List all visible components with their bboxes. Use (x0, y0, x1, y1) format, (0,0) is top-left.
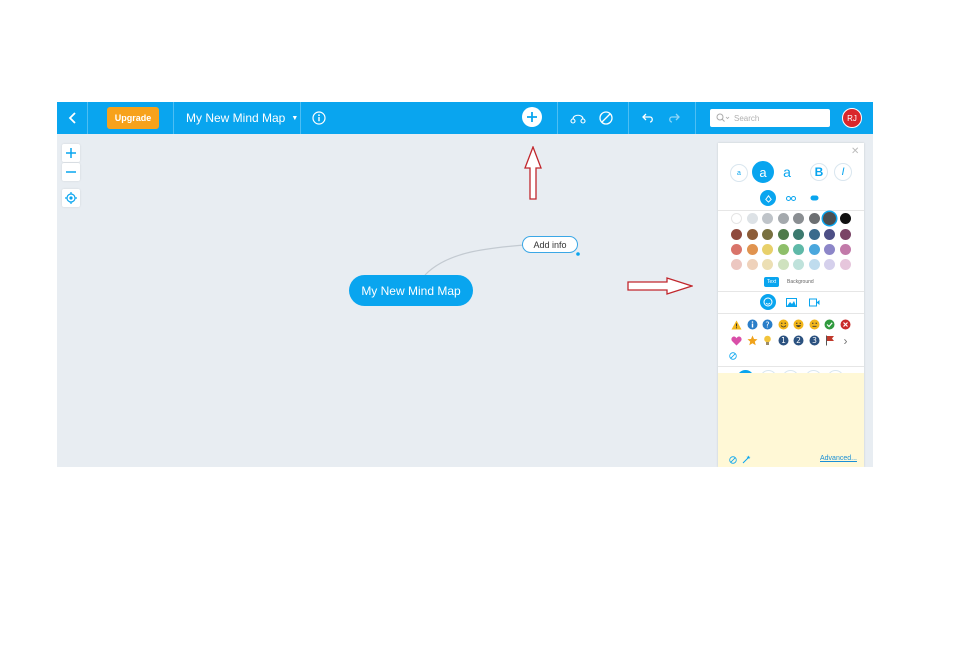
bold-button[interactable]: B (810, 163, 828, 181)
color-swatch[interactable] (778, 259, 789, 270)
color-swatch[interactable] (824, 259, 835, 270)
color-swatch[interactable] (793, 229, 804, 240)
clear-notes-button[interactable] (727, 454, 738, 465)
color-swatch[interactable] (762, 259, 773, 270)
color-swatch[interactable] (809, 244, 820, 255)
heart-icon[interactable] (731, 335, 742, 346)
magic-wand-icon[interactable] (741, 454, 752, 465)
shape-style-tab[interactable] (806, 190, 822, 206)
color-swatch[interactable] (731, 259, 742, 270)
color-swatch[interactable] (778, 213, 789, 224)
smiley-icon (763, 297, 773, 307)
divider (718, 291, 864, 292)
color-swatch[interactable] (793, 213, 804, 224)
color-swatch[interactable] (762, 244, 773, 255)
divider (718, 313, 864, 314)
pill-shape-icon (810, 195, 818, 201)
color-swatch[interactable] (809, 213, 820, 224)
lightbulb-icon[interactable] (762, 335, 773, 346)
font-size-medium-button[interactable]: a (752, 161, 774, 183)
color-swatch[interactable] (840, 259, 851, 270)
color-swatch[interactable] (840, 213, 851, 224)
color-swatch[interactable] (731, 229, 742, 240)
priority-1-icon[interactable]: 1 (778, 335, 789, 346)
image-icon (785, 297, 797, 307)
notes-area[interactable] (718, 373, 864, 467)
color-swatch[interactable] (809, 229, 820, 240)
text-color-toggle[interactable]: Text (764, 277, 780, 287)
svg-text:2: 2 (796, 336, 801, 345)
color-swatch[interactable] (840, 229, 851, 240)
question-icon[interactable]: ? (762, 319, 773, 330)
color-swatch-selected[interactable] (823, 212, 836, 225)
add-info-node[interactable]: Add info (522, 236, 578, 253)
color-swatch[interactable] (747, 244, 758, 255)
priority-2-icon[interactable]: 2 (793, 335, 804, 346)
color-swatch[interactable] (747, 213, 758, 224)
node-style-tab[interactable] (760, 190, 776, 206)
svg-text:1: 1 (781, 336, 786, 345)
color-swatch[interactable] (747, 229, 758, 240)
links-icon (786, 195, 796, 201)
svg-text:3: 3 (812, 336, 817, 345)
font-size-small-button[interactable]: a (730, 164, 748, 182)
color-swatch[interactable] (747, 259, 758, 270)
boundary-style-tab[interactable] (783, 190, 799, 206)
video-icon (808, 298, 819, 306)
advanced-link[interactable]: Advanced... (820, 455, 857, 462)
color-swatch[interactable] (840, 244, 851, 255)
color-swatch[interactable] (793, 244, 804, 255)
root-node[interactable]: My New Mind Map (349, 275, 473, 306)
paint-bucket-icon (764, 194, 772, 203)
chevron-right-icon[interactable]: › (840, 334, 851, 348)
check-circle-icon[interactable] (824, 319, 835, 330)
annotation-arrow-up-icon (524, 146, 542, 200)
video-tab[interactable] (806, 294, 822, 310)
color-swatch[interactable] (809, 259, 820, 270)
color-swatch[interactable] (762, 213, 773, 224)
neutral-face-icon[interactable] (809, 319, 820, 330)
format-panel: ✕ a a a B I Text Background ? 1 2 3 › Ad… (718, 143, 864, 467)
color-swatch[interactable] (731, 213, 742, 224)
color-swatch[interactable] (731, 244, 742, 255)
priority-3-icon[interactable]: 3 (809, 335, 820, 346)
color-swatch[interactable] (824, 244, 835, 255)
flag-icon[interactable] (824, 335, 835, 346)
warning-icon[interactable] (731, 319, 742, 330)
divider (718, 210, 864, 211)
color-swatch[interactable] (762, 229, 773, 240)
color-swatch[interactable] (824, 229, 835, 240)
clear-icon-button[interactable] (727, 350, 738, 361)
background-color-toggle[interactable]: Background (787, 279, 814, 285)
cross-circle-icon[interactable] (840, 319, 851, 330)
smile-face-icon[interactable] (778, 319, 789, 330)
laugh-face-icon[interactable] (793, 319, 804, 330)
mind-map-app: Upgrade My New Mind Map ▼ Search RJ My N… (57, 102, 873, 467)
image-tab[interactable] (783, 294, 799, 310)
italic-button[interactable]: I (834, 163, 852, 181)
close-icon[interactable]: ✕ (851, 146, 859, 157)
star-icon[interactable] (747, 335, 758, 346)
divider (718, 366, 864, 367)
color-swatch[interactable] (793, 259, 804, 270)
color-swatch[interactable] (778, 229, 789, 240)
info-badge-icon[interactable] (747, 319, 758, 330)
annotation-arrow-right-icon (627, 277, 693, 295)
svg-text:?: ? (765, 320, 769, 329)
icons-tab[interactable] (760, 294, 776, 310)
color-swatch[interactable] (778, 244, 789, 255)
font-size-large-button[interactable]: a (776, 161, 798, 183)
